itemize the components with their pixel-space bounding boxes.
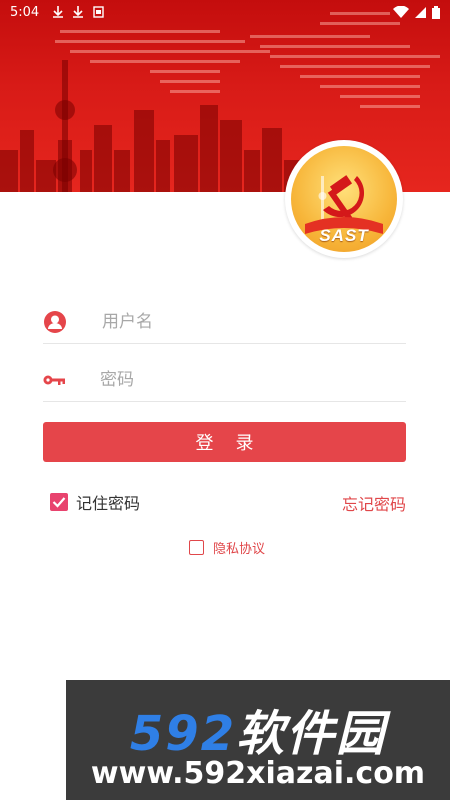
watermark-name: 软件园: [236, 706, 387, 762]
privacy-agreement-label[interactable]: 隐私协议: [213, 538, 265, 557]
status-time: 5:04: [10, 4, 40, 20]
status-bar: 5:04: [0, 0, 450, 24]
storage-icon: [93, 6, 104, 18]
download-icon: [73, 6, 84, 18]
logo-text: SAST: [319, 226, 369, 245]
key-icon: [43, 368, 67, 392]
remember-password-label: 记住密码: [76, 494, 141, 513]
remember-password-checkbox[interactable]: 记住密码: [50, 490, 140, 514]
watermark-url: www.592xiazai.com: [90, 756, 426, 791]
signal-icon: [415, 7, 426, 18]
wifi-icon: [393, 6, 409, 18]
login-button[interactable]: 登录: [43, 422, 406, 462]
checkbox-checked[interactable]: [50, 493, 68, 511]
user-icon: [43, 310, 67, 334]
password-field: [43, 358, 406, 402]
username-field: [43, 300, 406, 344]
app-logo: SAST: [285, 140, 403, 258]
watermark-digits: 592: [129, 706, 237, 762]
site-watermark: 592软件园 www.592xiazai.com: [66, 680, 450, 800]
forgot-password-link[interactable]: 忘记密码: [342, 491, 406, 515]
download-icon: [53, 6, 64, 18]
username-input[interactable]: [102, 311, 402, 332]
checkmark-icon: [52, 497, 66, 508]
checkbox-unchecked[interactable]: [189, 540, 204, 555]
login-screen: 5:04 SAST 用户名 登录 记住密码 忘记密码 隐私协议 592软件园 w…: [0, 0, 450, 800]
privacy-agreement-checkbox[interactable]: 隐私协议: [189, 538, 265, 557]
battery-icon: [432, 5, 440, 19]
password-input[interactable]: [100, 369, 400, 390]
